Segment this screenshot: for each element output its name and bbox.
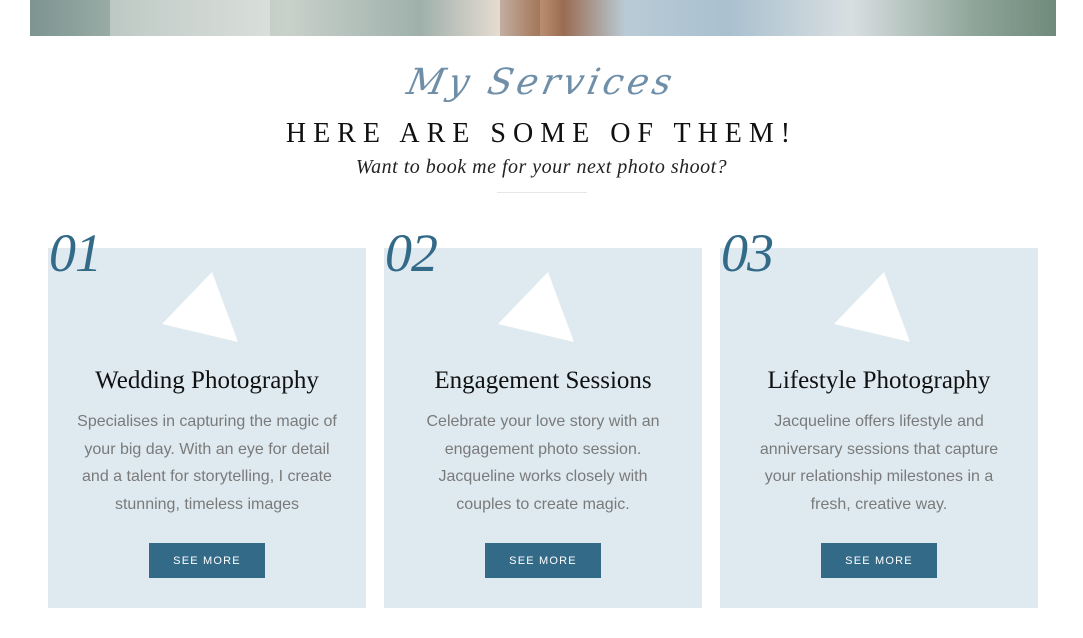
service-card-lifestyle: Lifestyle Photography Jacqueline offers … xyxy=(720,248,1038,608)
divider xyxy=(497,192,587,193)
card-title: Engagement Sessions xyxy=(434,367,652,394)
card-description: Jacqueline offers lifestyle and annivers… xyxy=(759,413,999,513)
card-title: Lifestyle Photography xyxy=(767,367,991,394)
hero-image xyxy=(30,0,1056,36)
service-card-engagement: Engagement Sessions Celebrate your love … xyxy=(384,248,702,608)
card-title: Wedding Photography xyxy=(95,367,319,394)
section-heading: HERE ARE SOME OF THEM! xyxy=(285,118,798,149)
see-more-button[interactable]: SEE MORE xyxy=(485,543,601,578)
see-more-button[interactable]: SEE MORE xyxy=(821,543,937,578)
hero-image-hair xyxy=(500,0,540,36)
card-description: Celebrate your love story with an engage… xyxy=(426,413,660,513)
script-title: My Services xyxy=(403,62,680,103)
hero-image-highlight xyxy=(110,0,270,36)
service-card-wedding: Wedding Photography Specialises in captu… xyxy=(48,248,366,608)
see-more-button[interactable]: SEE MORE xyxy=(149,543,265,578)
section-subheading: Want to book me for your next photo shoo… xyxy=(355,156,728,178)
card-number: 02 xyxy=(385,223,438,283)
card-number: 03 xyxy=(721,223,774,283)
card-description: Specialises in capturing the magic of yo… xyxy=(77,413,337,513)
card-number: 01 xyxy=(49,223,102,283)
